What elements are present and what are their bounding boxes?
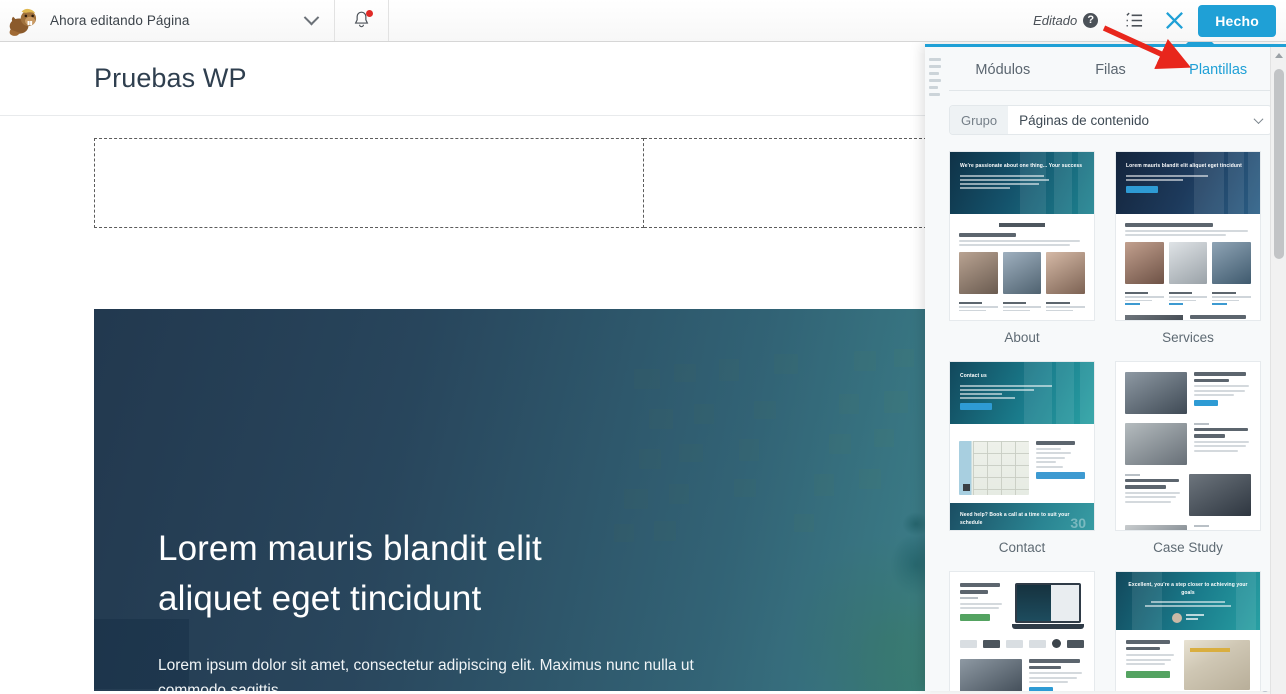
thumb-service-cards <box>1125 242 1252 284</box>
thumb-body <box>1116 630 1260 690</box>
admin-bar-right: Editado ? Hecho <box>1033 0 1286 41</box>
edited-label: Editado <box>1033 13 1078 28</box>
thumb-subheading <box>959 233 1016 237</box>
thumb-body <box>1116 214 1260 320</box>
beaver-builder-logo <box>8 4 42 38</box>
thumb-footer-section <box>1125 315 1251 320</box>
group-selector[interactable]: Grupo Páginas de contenido <box>949 105 1272 135</box>
thumb-service-captions <box>1125 288 1252 306</box>
thumb-case-row <box>960 659 1084 691</box>
thumb-logo-row <box>960 639 1084 648</box>
editing-status-group[interactable]: Ahora editando Página <box>0 0 335 41</box>
template-card-services[interactable]: Lorem mauris blandit elit aliquet eget t… <box>1115 151 1261 361</box>
thumb-cta-strip: 30 Need help? Book a call at a time to s… <box>950 503 1094 530</box>
template-name: Contact <box>998 540 1046 555</box>
template-name: Case Study <box>1153 540 1223 555</box>
group-label: Grupo <box>950 106 1009 134</box>
outline-list-icon[interactable] <box>1114 0 1154 41</box>
thumb-avatar <box>1128 613 1248 623</box>
thumb-hero-lines <box>1126 174 1250 181</box>
thumb-body <box>950 424 1094 495</box>
template-name: About <box>1004 330 1040 345</box>
notification-dot <box>366 10 373 17</box>
notifications-button[interactable] <box>335 0 389 41</box>
thumb-case-row <box>1125 474 1251 516</box>
group-value[interactable]: Páginas de contenido <box>1008 106 1245 134</box>
thumb-hero-heading: We're passionate about one thing... Your… <box>960 163 1083 169</box>
tab-filas[interactable]: Filas <box>1057 49 1165 89</box>
thumb-map-section <box>959 441 1085 495</box>
hero-paragraph: Lorem ipsum dolor sit amet, consectetur … <box>158 657 694 691</box>
question-mark-icon[interactable]: ? <box>1083 13 1099 28</box>
hero-heading-line-1: Lorem mauris blandit elit <box>158 529 542 568</box>
case-study-template-thumbnail[interactable] <box>1115 361 1261 531</box>
hero-heading: Lorem mauris blandit elit aliquet eget t… <box>158 524 718 624</box>
thumb-case-row <box>1125 525 1251 530</box>
template-card-product-offer[interactable] <box>949 571 1095 691</box>
template-card-thank-you[interactable]: Excellent, you're a step closer to achie… <box>1115 571 1261 691</box>
contact-template-thumbnail[interactable]: Contact us 30 Need help? Book a call at … <box>949 361 1095 531</box>
laptop-mockup <box>1012 583 1084 629</box>
thumb-body <box>950 572 1094 691</box>
thumb-location-heading <box>1036 441 1076 445</box>
admin-bar: Ahora editando Página Editado ? Hecho <box>0 0 1286 42</box>
template-card-contact[interactable]: Contact us 30 Need help? Book a call at … <box>949 361 1095 571</box>
blueprint-photo <box>1184 640 1250 690</box>
chevron-down-icon[interactable] <box>288 0 334 41</box>
thumb-hero-button <box>960 402 992 410</box>
thank-you-template-thumbnail[interactable]: Excellent, you're a step closer to achie… <box>1115 571 1261 691</box>
thumb-case-row <box>1125 423 1251 465</box>
tab-plantillas[interactable]: Plantillas <box>1164 49 1272 89</box>
hero-photo-shapes <box>1116 152 1260 214</box>
thumb-product-hero <box>960 583 1084 629</box>
scroll-up-arrow-icon[interactable] <box>1271 47 1286 64</box>
thumb-hero: Contact us <box>950 362 1094 424</box>
templates-panel: Módulos Filas Plantillas Grupo Páginas d… <box>925 44 1286 694</box>
thumb-hero-heading: Excellent, you're a step closer to achie… <box>1128 582 1248 596</box>
template-card-case-study[interactable]: Case Study <box>1115 361 1261 571</box>
page-title: Pruebas WP <box>94 63 247 93</box>
thumb-hero-button <box>1126 185 1158 193</box>
chevron-down-icon[interactable] <box>1245 106 1271 134</box>
empty-column-left[interactable] <box>94 138 644 228</box>
thumb-body <box>1116 362 1260 530</box>
template-card-about[interactable]: We're passionate about one thing... Your… <box>949 151 1095 361</box>
panel-body: Módulos Filas Plantillas Grupo Páginas d… <box>925 47 1286 691</box>
services-template-thumbnail[interactable]: Lorem mauris blandit elit aliquet eget t… <box>1115 151 1261 321</box>
edited-status[interactable]: Editado ? <box>1033 13 1099 28</box>
thumb-heading <box>1125 223 1214 227</box>
about-template-thumbnail[interactable]: We're passionate about one thing... Your… <box>949 151 1095 321</box>
editing-label: Ahora editando Página <box>50 13 190 28</box>
thumb-hero-heading: Contact us <box>960 373 987 379</box>
tab-modulos[interactable]: Módulos <box>949 49 1057 89</box>
hero-content[interactable]: Lorem mauris blandit elit aliquet eget t… <box>158 524 718 691</box>
templates-grid: We're passionate about one thing... Your… <box>949 151 1272 691</box>
thumb-team-photos <box>959 252 1086 294</box>
thumb-cta-heading: Need help? Book a call at a time to suit… <box>960 512 1070 526</box>
thumb-section-title <box>959 223 1085 227</box>
thumb-hero: Lorem mauris blandit elit aliquet eget t… <box>1116 152 1260 214</box>
thumb-hero-lines <box>1128 601 1248 607</box>
map-thumbnail <box>959 441 1029 495</box>
thumb-case-row <box>1125 372 1251 414</box>
thumb-team-captions <box>959 298 1086 313</box>
close-x-icon[interactable] <box>1154 0 1194 41</box>
template-name: Services <box>1162 330 1214 345</box>
panel-tabs: Módulos Filas Plantillas <box>949 47 1272 91</box>
panel-scrollbar[interactable] <box>1270 47 1286 694</box>
product-offer-template-thumbnail[interactable] <box>949 571 1095 691</box>
panel-scrollbar-thumb[interactable] <box>1274 69 1284 259</box>
hero-heading-line-2: aliquet eget tincidunt <box>158 579 482 618</box>
thumb-body <box>950 214 1094 320</box>
thumb-hero-lines <box>960 174 1084 189</box>
thumb-hero: We're passionate about one thing... Your… <box>950 152 1094 214</box>
thumb-hero-heading: Lorem mauris blandit elit aliquet eget t… <box>1126 163 1242 169</box>
thumb-hero-lines <box>960 384 1084 399</box>
thumb-hero: Excellent, you're a step closer to achie… <box>1116 572 1260 630</box>
done-button[interactable]: Hecho <box>1198 4 1276 37</box>
